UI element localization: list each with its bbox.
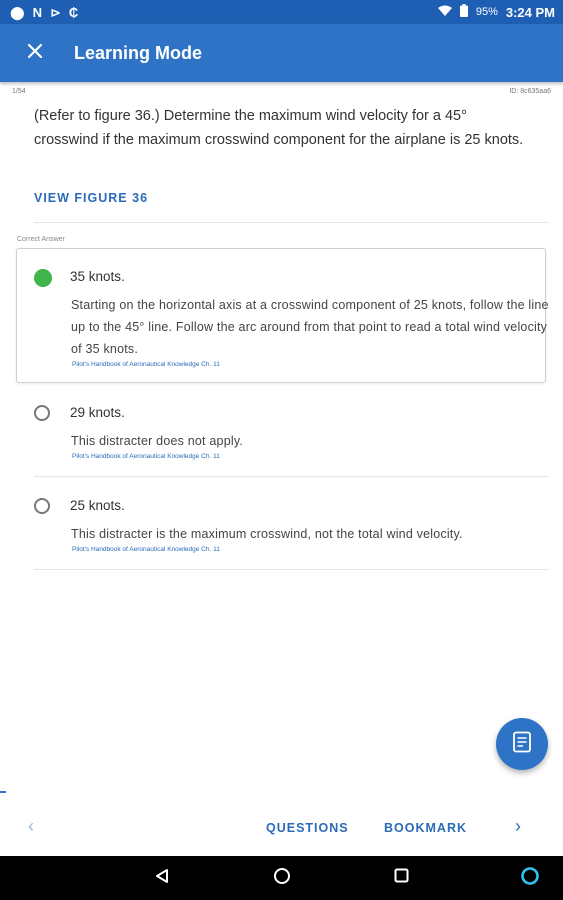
radio-unselected-icon[interactable] (34, 498, 50, 514)
home-icon (273, 867, 291, 890)
system-navigation-bar (0, 856, 563, 900)
answer-reference[interactable]: Pilot's Handbook of Aeronautical Knowled… (72, 453, 220, 460)
answer-text: 35 knots. (70, 269, 125, 284)
view-figure-link[interactable]: VIEW FIGURE 36 (34, 191, 148, 205)
divider (34, 569, 549, 570)
previous-question-button[interactable]: ‹ (28, 816, 34, 837)
flag-icon: ⊳ (49, 4, 61, 20)
question-id: ID: 8c635aa6 (509, 88, 551, 95)
clock: 3:24 PM (505, 4, 555, 20)
notes-fab-button[interactable] (496, 718, 548, 770)
recents-button[interactable] (381, 856, 421, 900)
bookmark-button[interactable]: BOOKMARK (384, 821, 467, 835)
recents-icon (394, 868, 409, 888)
wifi-icon (437, 5, 452, 19)
answer-option-2[interactable]: 29 knots. This distracter does not apply… (34, 405, 549, 470)
divider (34, 222, 549, 223)
status-system-icons: 95% 3:24 PM (437, 4, 555, 20)
currency-icon: ₵ (68, 4, 79, 20)
notes-icon (512, 731, 532, 758)
back-icon (154, 868, 170, 889)
answer-reference[interactable]: Pilot's Handbook of Aeronautical Knowled… (72, 546, 220, 553)
question-meta: 1/54 ID: 8c635aa6 (12, 88, 551, 95)
assistant-button[interactable] (510, 856, 550, 900)
question-progress: 1/54 (12, 88, 26, 95)
close-button[interactable] (0, 24, 70, 82)
answer-text: 25 knots. (70, 498, 125, 513)
alexa-icon (520, 866, 540, 891)
page-title: Learning Mode (74, 42, 203, 63)
answer-option-3[interactable]: 25 knots. This distracter is the maximum… (34, 498, 549, 563)
answer-explanation: Starting on the horizontal axis at a cro… (71, 298, 549, 356)
answer-explanation: This distracter does not apply. (71, 434, 244, 448)
divider (34, 476, 549, 477)
question-text: (Refer to figure 36.) Determine the maxi… (34, 108, 524, 148)
app-bar: Learning Mode (0, 24, 563, 82)
answer-option-1[interactable]: 35 knots. Starting on the horizontal axi… (34, 269, 549, 379)
nfc-icon: N (32, 4, 42, 20)
battery-icon (459, 4, 468, 20)
radio-unselected-icon[interactable] (34, 405, 50, 421)
progress-indicator (0, 791, 6, 793)
battery-percent: 95% (475, 6, 498, 18)
location-icon: ⬤ (10, 4, 25, 20)
answer-text: 29 knots. (70, 405, 125, 420)
bottom-navigation: ‹ QUESTIONS BOOKMARK › (0, 800, 563, 856)
answer-explanation: This distracter is the maximum crosswind… (71, 527, 463, 541)
home-button[interactable] (262, 856, 302, 900)
status-notification-icons: ⬤ N ⊳ ₵ (10, 6, 78, 19)
next-question-button[interactable]: › (515, 816, 521, 837)
answer-reference[interactable]: Pilot's Handbook of Aeronautical Knowled… (72, 361, 220, 368)
correct-answer-label: Correct Answer (17, 236, 65, 243)
back-button[interactable] (142, 856, 182, 900)
close-icon (27, 43, 43, 63)
radio-selected-icon[interactable] (34, 269, 52, 287)
status-bar: ⬤ N ⊳ ₵ 95% 3:24 PM (0, 0, 563, 24)
questions-button[interactable]: QUESTIONS (266, 821, 349, 835)
